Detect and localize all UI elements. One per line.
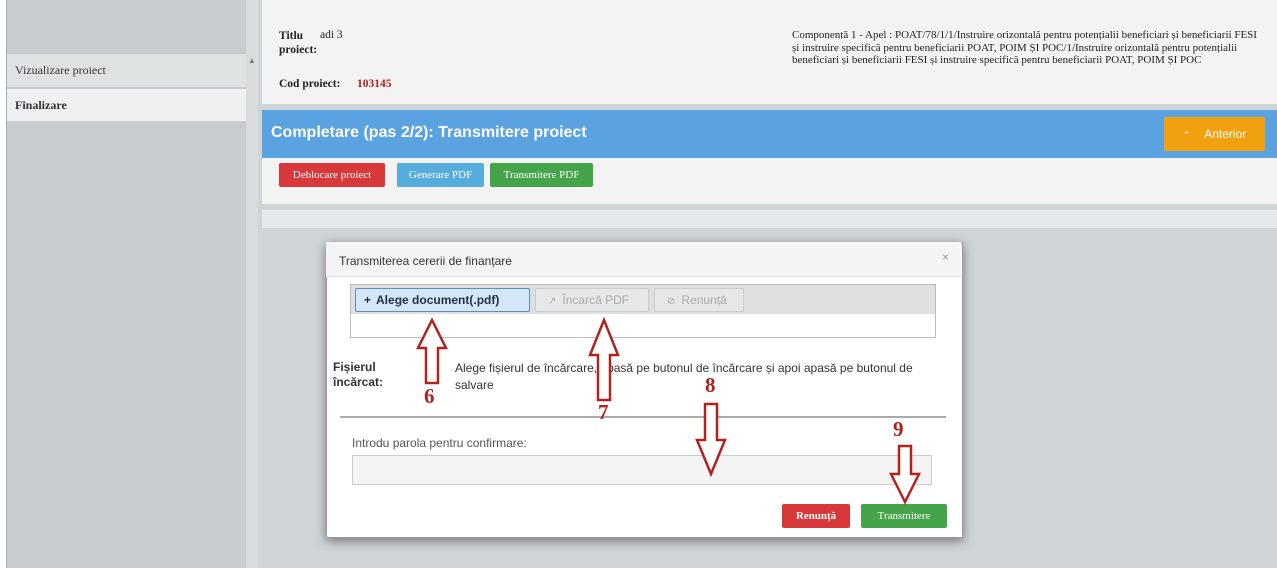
arrow-down-icon	[695, 402, 727, 478]
annotation-number: 7	[598, 400, 609, 424]
arrow-up-icon	[415, 317, 449, 385]
annotation-arrows	[415, 316, 922, 505]
arrow-up-icon	[588, 316, 620, 402]
annotation-number: 9	[893, 417, 904, 441]
arrow-down-icon	[888, 444, 922, 505]
annotation-number: 6	[424, 384, 435, 408]
annotation-number: 8	[705, 373, 716, 397]
